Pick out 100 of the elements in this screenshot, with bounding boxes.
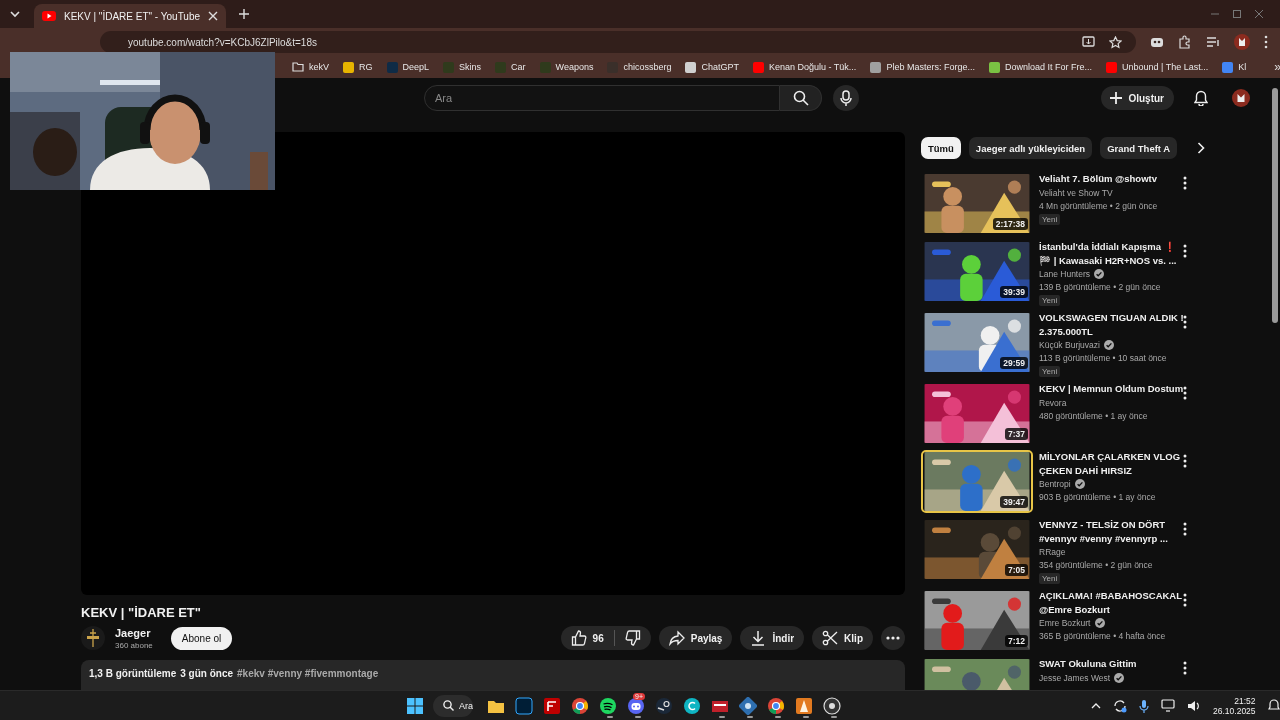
video-thumbnail[interactable]: 7:12 bbox=[921, 589, 1033, 652]
video-title[interactable]: VOLKSWAGEN TIGUAN ALDIK ! 2.375.000TL bbox=[1039, 311, 1184, 338]
bookmark[interactable]: ChatGPT bbox=[685, 61, 739, 73]
sync-icon[interactable] bbox=[1113, 698, 1127, 713]
subscribe-button[interactable]: Abone ol bbox=[170, 626, 233, 650]
app-icon bbox=[823, 696, 841, 715]
bookmark[interactable]: kekV bbox=[292, 62, 329, 72]
chevron-right-icon[interactable] bbox=[1197, 142, 1206, 154]
plus-icon bbox=[1109, 91, 1124, 105]
description-box[interactable]: 1,3 B görüntüleme 3 gün önce #kekv #venny #fivemmontage bbox=[81, 660, 905, 690]
address-bar[interactable]: youtube.com/watch?v=KCbJ6ZlPilo&t=18s bbox=[100, 31, 1136, 53]
chevron-up-icon[interactable] bbox=[1091, 702, 1101, 709]
download-button[interactable]: İndir bbox=[740, 626, 805, 650]
microphone-icon[interactable] bbox=[1139, 698, 1149, 713]
profile-icon[interactable] bbox=[1234, 34, 1250, 50]
video-duration: 7:37 bbox=[1005, 428, 1028, 440]
bookmark[interactable]: Weapons bbox=[539, 61, 594, 73]
video-thumbnail[interactable]: 39:47 bbox=[921, 450, 1033, 513]
video-player[interactable] bbox=[81, 132, 905, 595]
menu-icon[interactable] bbox=[1264, 35, 1268, 49]
video-title[interactable]: KEKV | Memnun Oldum Dostum bbox=[1039, 382, 1184, 396]
kebab-menu-icon[interactable] bbox=[1183, 386, 1187, 400]
browser-tab[interactable]: KEKV | "İDARE ET" - YouTube bbox=[34, 4, 227, 28]
new-badge: Yeni bbox=[1039, 295, 1061, 306]
bookmark[interactable]: Pleb Masters: Forge... bbox=[870, 61, 975, 73]
kebab-menu-icon[interactable] bbox=[1183, 454, 1187, 468]
kebab-menu-icon[interactable] bbox=[1183, 661, 1187, 675]
bookmark[interactable]: Unbound | The Last... bbox=[1105, 61, 1209, 73]
bookmark[interactable]: Car bbox=[495, 61, 526, 73]
maximize-icon[interactable] bbox=[1232, 9, 1242, 19]
microphone-button[interactable] bbox=[833, 85, 859, 111]
kebab-menu-icon[interactable] bbox=[1183, 522, 1187, 536]
bookmark[interactable]: Download It For Fre... bbox=[988, 61, 1092, 73]
taskbar-search[interactable]: Ara bbox=[433, 694, 473, 717]
search-field[interactable]: Ara bbox=[424, 85, 780, 111]
bookmark[interactable]: Kl bbox=[1222, 61, 1247, 73]
clip-button[interactable]: Klip bbox=[812, 626, 873, 650]
filter-chip[interactable]: Grand Theft A bbox=[1100, 137, 1178, 159]
video-title[interactable]: MİLYONLAR ÇALARKEN VLOG ÇEKEN DAHİ HIRSIZ bbox=[1039, 450, 1181, 477]
video-title[interactable]: SWAT Okuluna Gittim bbox=[1039, 657, 1137, 671]
create-button[interactable]: Oluştur bbox=[1101, 86, 1174, 110]
microphone-icon bbox=[840, 90, 852, 106]
bookmark[interactable]: Kenan Doğulu - Tük... bbox=[753, 61, 857, 73]
channel-name[interactable]: RRage bbox=[1039, 545, 1066, 559]
bell-icon[interactable] bbox=[1194, 90, 1208, 106]
bookmark[interactable]: chicossberg bbox=[607, 61, 672, 73]
channel-name[interactable]: Jaeger bbox=[115, 626, 153, 639]
video-meta: 354 görüntüleme • 2 gün önce bbox=[1039, 559, 1153, 572]
view-count: 1,3 B görüntüleme bbox=[89, 668, 177, 681]
install-icon[interactable] bbox=[1082, 36, 1095, 48]
video-thumbnail[interactable]: 39:39 bbox=[921, 240, 1033, 303]
channel-name[interactable]: Lane Hunters bbox=[1039, 267, 1091, 281]
more-button[interactable] bbox=[881, 626, 905, 650]
bookmark[interactable]: DeepL bbox=[386, 61, 430, 73]
channel-name[interactable]: Veliaht ve Show TV bbox=[1039, 185, 1113, 200]
new-tab-icon[interactable] bbox=[238, 8, 251, 20]
kebab-menu-icon[interactable] bbox=[1183, 244, 1187, 258]
network-icon[interactable] bbox=[1161, 699, 1175, 712]
kebab-menu-icon[interactable] bbox=[1183, 176, 1187, 190]
media-icon[interactable] bbox=[1206, 35, 1220, 49]
video-title[interactable]: VENNYZ - TELSİZ ON DÖRT #vennyv #venny #vennyrp ... bbox=[1039, 518, 1168, 545]
puzzle-icon[interactable] bbox=[1178, 35, 1192, 49]
search-button[interactable] bbox=[780, 85, 822, 111]
filter-chip[interactable]: Tümü bbox=[921, 137, 961, 159]
kebab-menu-icon[interactable] bbox=[1183, 593, 1187, 607]
channel-name[interactable]: Emre Bozkurt bbox=[1039, 616, 1091, 630]
video-thumbnail[interactable]: 7:05 bbox=[921, 518, 1033, 581]
clock[interactable]: 21:52 26.10.2025 bbox=[1213, 695, 1256, 716]
scrollbar-thumb[interactable] bbox=[1272, 88, 1278, 323]
video-title[interactable]: İstanbul'da İddialı Kapışma ❗ 🏁 | Kawasaki H2R+NOS vs. ... bbox=[1039, 240, 1177, 267]
app-icon bbox=[739, 696, 757, 715]
video-thumbnail[interactable]: 29:59 bbox=[921, 311, 1033, 374]
more-bookmarks-button[interactable]: » bbox=[1274, 60, 1280, 74]
bookmark[interactable]: RG bbox=[343, 61, 373, 73]
chrome-icon bbox=[767, 696, 785, 715]
share-button[interactable]: Paylaş bbox=[658, 626, 733, 650]
close-icon[interactable] bbox=[1254, 9, 1264, 19]
new-badge: Yeni bbox=[1039, 366, 1061, 377]
speaker-icon[interactable] bbox=[1187, 699, 1201, 712]
video-meta: 903 B görüntüleme • 1 ay önce bbox=[1039, 491, 1156, 504]
channel-name[interactable]: Jesse James West bbox=[1039, 670, 1111, 685]
video-meta: 365 B görüntüleme • 4 hafta önce bbox=[1039, 630, 1166, 643]
like-button[interactable]: 96 bbox=[560, 626, 614, 650]
avatar-icon[interactable] bbox=[1232, 89, 1250, 107]
video-title[interactable]: AÇIKLAMA! #BABAHOSCAKAL @Emre Bozkurt bbox=[1039, 589, 1183, 616]
kebab-menu-icon[interactable] bbox=[1183, 315, 1187, 329]
filter-chip[interactable]: Jaeger adlı yükleyiciden bbox=[968, 137, 1093, 159]
app-icon bbox=[795, 696, 813, 715]
bookmark[interactable]: Skins bbox=[443, 61, 482, 73]
star-icon[interactable] bbox=[1109, 35, 1122, 49]
windows-start-icon[interactable] bbox=[407, 697, 423, 714]
notification-icon[interactable] bbox=[1267, 699, 1280, 712]
channel-name[interactable]: Bentropi bbox=[1039, 477, 1071, 491]
channel-name[interactable]: Revora bbox=[1039, 395, 1067, 410]
extension-icon[interactable] bbox=[1150, 35, 1164, 49]
channel-name[interactable]: Küçük Burjuvazi bbox=[1039, 338, 1100, 352]
video-duration: 7:12 bbox=[1005, 635, 1028, 647]
video-thumbnail[interactable]: 7:37 bbox=[921, 382, 1033, 445]
video-thumbnail[interactable]: 2:17:38 bbox=[921, 172, 1033, 235]
video-title[interactable]: Veliaht 7. Bölüm @showtv bbox=[1039, 172, 1157, 186]
